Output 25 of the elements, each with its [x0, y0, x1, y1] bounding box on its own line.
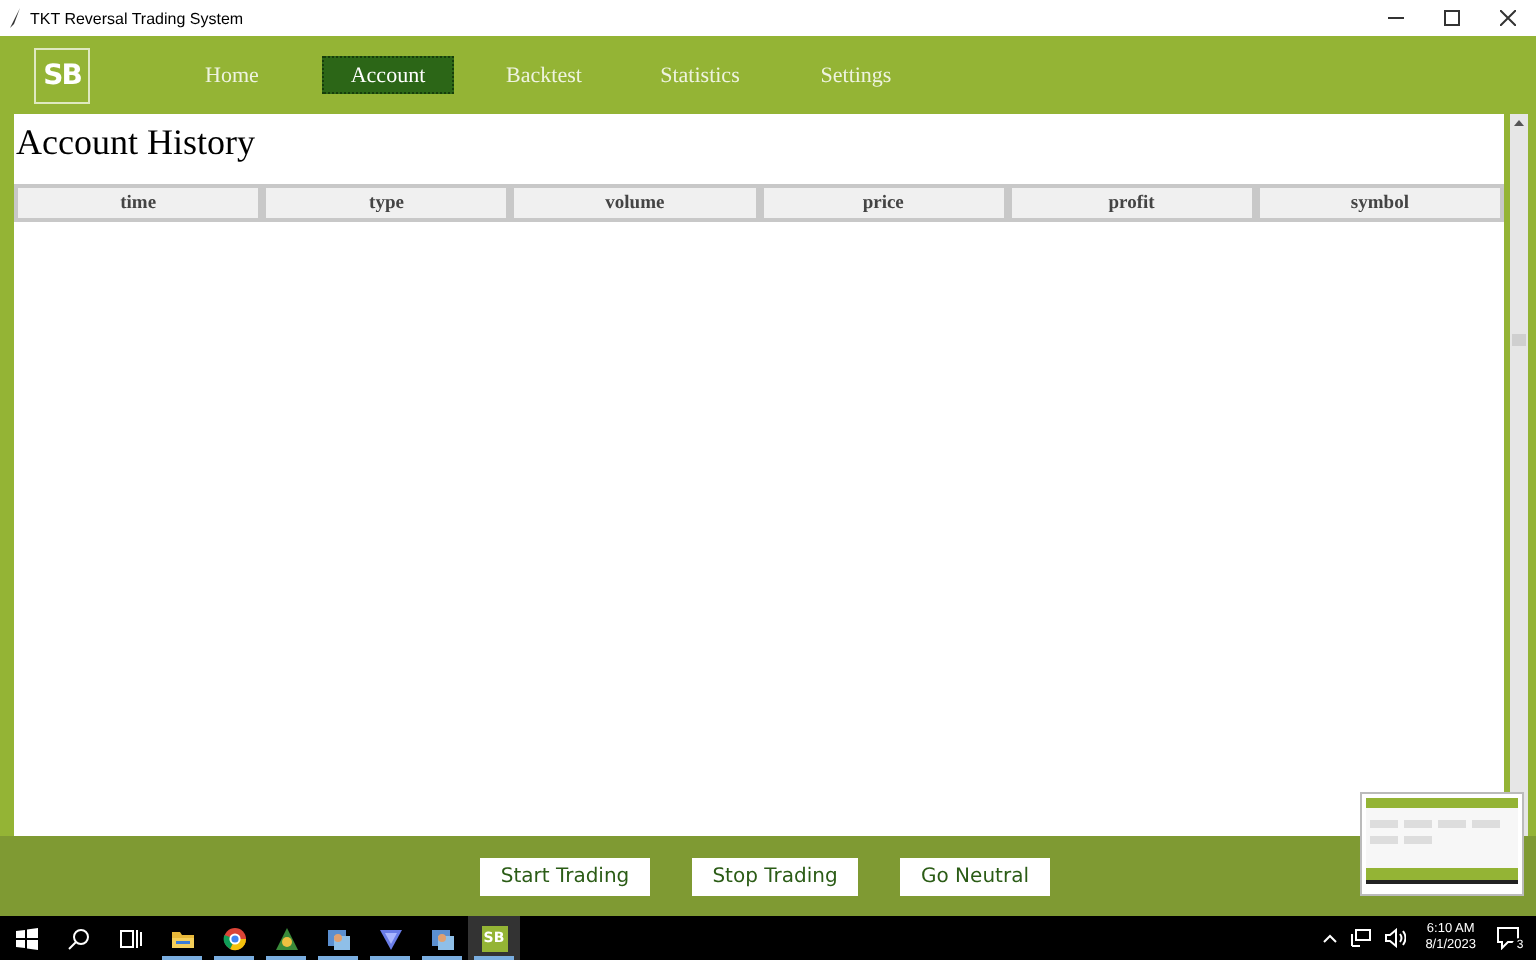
network-icon[interactable]	[1349, 928, 1372, 948]
column-header[interactable]: symbol	[1255, 184, 1505, 222]
column-header[interactable]: time	[14, 184, 263, 222]
speaker-icon[interactable]	[1383, 928, 1406, 948]
scroll-thumb[interactable]	[1512, 334, 1526, 346]
feather-icon	[10, 8, 22, 28]
page-heading: Account History	[16, 122, 257, 166]
action-button[interactable]: Go Neutral	[900, 857, 1050, 895]
search-icon[interactable]	[65, 925, 91, 951]
windows-start-icon[interactable]	[13, 925, 39, 951]
notification-icon[interactable]	[1496, 926, 1520, 950]
close-icon[interactable]	[1500, 10, 1516, 26]
column-header[interactable]: type	[262, 184, 511, 222]
window-title: TKT Reversal Trading System	[30, 9, 246, 27]
action-button[interactable]: Stop Trading	[692, 857, 858, 895]
chevron-up-icon[interactable]	[1321, 932, 1338, 944]
column-header[interactable]: price	[759, 184, 1008, 222]
task-view-icon[interactable]	[117, 925, 143, 951]
action-button[interactable]: Start Trading	[480, 857, 650, 895]
nav-tab[interactable]: Account	[322, 56, 454, 94]
column-header[interactable]: profit	[1007, 184, 1256, 222]
maximize-icon[interactable]	[1444, 10, 1460, 26]
column-header[interactable]: volume	[510, 184, 760, 222]
logo: SB	[34, 47, 90, 103]
scrollbar[interactable]	[1510, 114, 1528, 836]
